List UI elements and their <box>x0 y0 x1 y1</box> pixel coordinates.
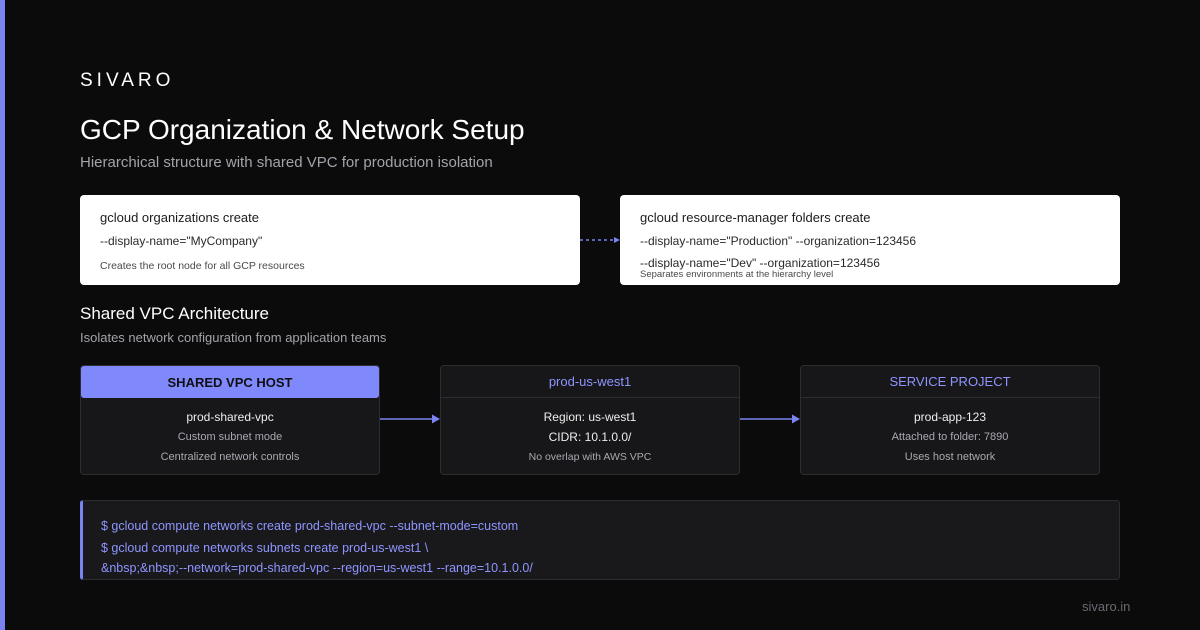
vpc-box-detail: Attached to folder: 7890 <box>891 431 1009 443</box>
vpc-box-header: SERVICE PROJECT <box>801 366 1099 398</box>
terminal-block: $ gcloud compute networks create prod-sh… <box>80 500 1120 580</box>
brand-logo: SIVARO <box>80 70 175 91</box>
vpc-box-name: prod-app-123 <box>913 410 987 424</box>
folder-card-note: Separates environments at the hierarchy … <box>640 269 834 280</box>
terminal-line: $ gcloud compute networks create prod-sh… <box>101 519 519 533</box>
shared-vpc-host-box: SHARED VPC HOST prod-shared-vpc Custom s… <box>80 365 380 475</box>
org-create-card: gcloud organizations create --display-na… <box>80 195 580 285</box>
arrow-right-icon <box>740 414 800 424</box>
folder-dev-flag: --display-name="Dev" --organization=1234… <box>640 256 880 270</box>
org-display-name-flag: --display-name="MyCompany" <box>100 234 263 248</box>
footer-url: sivaro.in <box>1082 599 1131 614</box>
vpc-box-name: Region: us-west1 <box>543 410 637 424</box>
vpc-box-header: SHARED VPC HOST <box>81 366 379 398</box>
section-subtitle: Isolates network configuration from appl… <box>80 330 387 345</box>
service-project-box: SERVICE PROJECT prod-app-123 Attached to… <box>800 365 1100 475</box>
terminal-line: &nbsp;&nbsp;--network=prod-shared-vpc --… <box>101 561 533 575</box>
vpc-box-detail: CIDR: 10.1.0.0/ <box>548 430 632 444</box>
page-subtitle: Hierarchical structure with shared VPC f… <box>80 154 493 171</box>
left-accent-bar <box>0 0 5 630</box>
vpc-box-detail: Centralized network controls <box>160 451 300 463</box>
folder-create-command: gcloud resource-manager folders create <box>640 210 871 225</box>
terminal-line: $ gcloud compute networks subnets create… <box>101 541 429 555</box>
arrow-right-icon <box>380 414 440 424</box>
vpc-box-detail: Uses host network <box>904 451 996 463</box>
subnet-box: prod-us-west1 Region: us-west1 CIDR: 10.… <box>440 365 740 475</box>
folder-create-card: gcloud resource-manager folders create -… <box>620 195 1120 285</box>
folder-production-flag: --display-name="Production" --organizati… <box>640 234 917 248</box>
vpc-box-detail: Custom subnet mode <box>177 431 283 443</box>
dashed-arrow-icon <box>580 237 620 243</box>
page-title: GCP Organization & Network Setup <box>80 114 525 145</box>
vpc-box-detail: No overlap with AWS VPC <box>528 451 652 463</box>
org-create-command: gcloud organizations create <box>100 210 259 225</box>
vpc-box-header: prod-us-west1 <box>441 366 739 398</box>
vpc-box-name: prod-shared-vpc <box>186 410 274 424</box>
section-title: Shared VPC Architecture <box>80 304 269 323</box>
org-card-note: Creates the root node for all GCP resour… <box>100 260 305 272</box>
